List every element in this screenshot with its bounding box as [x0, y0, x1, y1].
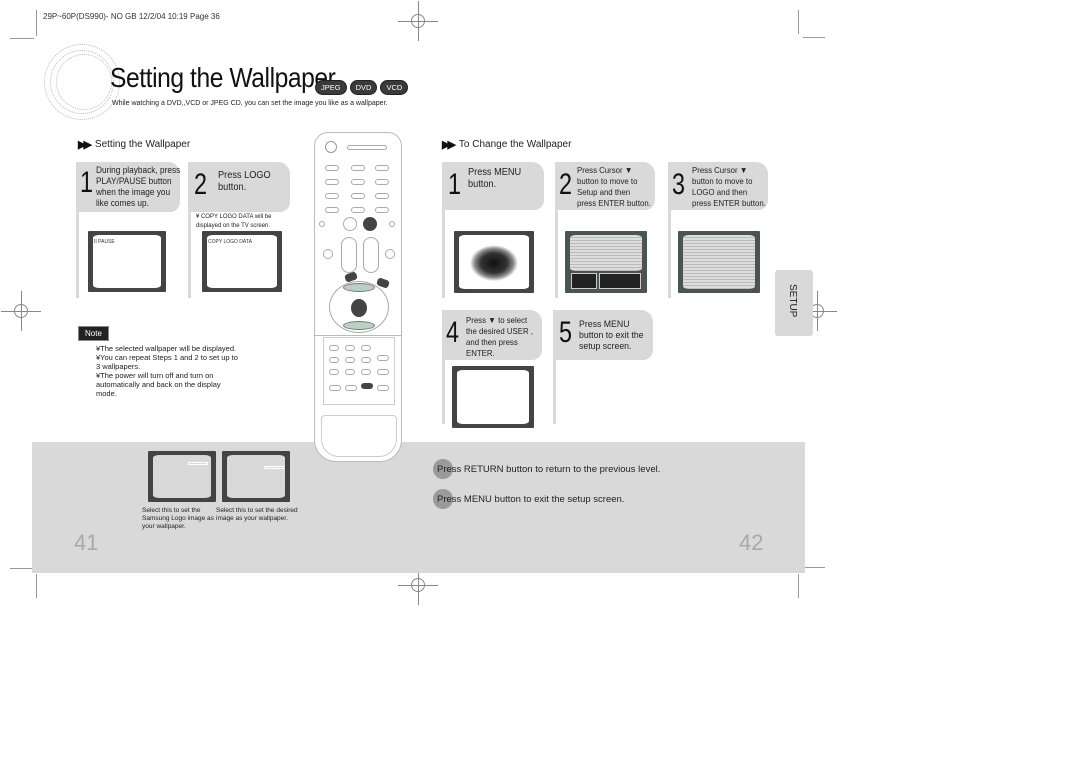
- tv-screen-logo-menu: [678, 231, 760, 293]
- left-section-title: Setting the Wallpaper: [94, 139, 191, 150]
- badge-dvd: DVD: [349, 80, 378, 95]
- step-number: 2: [194, 168, 208, 201]
- tv-screen-user-wallpaper: [452, 366, 534, 428]
- step-note: ¥ COPY LOGO DATA will be displayed on th…: [196, 213, 272, 229]
- setup-tab-label: SETUP: [787, 284, 798, 318]
- volume-rocker: [341, 237, 357, 273]
- double-arrow-icon: ▶▶: [442, 139, 456, 151]
- step-number: 5: [559, 316, 573, 349]
- enter-icon: [351, 299, 367, 317]
- page-title: Setting the Wallpaper: [110, 62, 336, 93]
- note-item: mode.: [96, 389, 117, 398]
- page-subtitle: While watching a DVD,,VCD or JPEG CD, yo…: [112, 100, 388, 107]
- caption-user-image: Select this to set the desired image as …: [216, 507, 298, 522]
- left-section-heading: ▶▶ Setting the Wallpaper: [78, 138, 190, 151]
- tip-return: Press RETURN button to return to the pre…: [433, 459, 660, 479]
- registration-mark: [1, 291, 41, 331]
- crop-mark: [798, 574, 799, 598]
- tv-screen-pause: II PAUSE: [88, 231, 166, 292]
- step-text: Press Cursor ▼ button to move to Setup a…: [577, 165, 651, 208]
- cursor-up-icon: [343, 283, 375, 292]
- cursor-down-icon: [343, 321, 375, 330]
- tv-screen-setup-menu: [565, 231, 647, 293]
- crop-mark: [10, 568, 34, 569]
- setup-side-tab: SETUP: [775, 270, 813, 336]
- note-item: ¥The power will turn off and turn on: [96, 371, 214, 380]
- display-window: [347, 145, 387, 150]
- remote-control-illustration: [314, 132, 402, 462]
- step-text: Press ▼ to select the desired USER , and…: [466, 315, 533, 358]
- note-label: Note: [78, 326, 109, 341]
- double-arrow-icon: ▶▶: [78, 139, 92, 151]
- decorative-swirl-icon: [44, 44, 120, 120]
- step-text: Press Cursor ▼ button to move to LOGO an…: [692, 165, 766, 208]
- badge-jpeg: JPEG: [315, 80, 347, 95]
- right-section-title: To Change the Wallpaper: [458, 139, 572, 150]
- step-number: 1: [448, 168, 462, 201]
- play-pause-icon: [363, 217, 377, 231]
- right-section-heading: ▶▶ To Change the Wallpaper: [442, 138, 571, 151]
- step-text: Press LOGO button.: [218, 170, 271, 193]
- note-list: ¥The selected wallpaper will be displaye…: [96, 344, 246, 398]
- step-number: 1: [80, 166, 94, 199]
- print-header: 29P~60P(DS990)- NO GB 12/2/04 10:19 Page…: [43, 12, 220, 21]
- step-number: 4: [446, 316, 460, 349]
- note-item: ¥The selected wallpaper will be displaye…: [96, 344, 237, 353]
- note-item: ¥You can repeat Steps 1 and 2 to set up …: [96, 353, 238, 362]
- note-item: 3 wallpapers.: [96, 362, 141, 371]
- crop-mark: [803, 37, 825, 38]
- tuning-rocker: [363, 237, 379, 273]
- step-text: Press MENU button.: [468, 167, 522, 190]
- crop-mark: [803, 567, 825, 568]
- crop-mark: [10, 38, 34, 39]
- power-icon: [325, 141, 337, 153]
- disc-type-badges: JPEG DVD VCD: [315, 80, 409, 95]
- note-item: automatically and back on the display: [96, 380, 221, 389]
- page-number-right: 42: [739, 530, 764, 555]
- tip-menu: Press MENU button to exit the setup scre…: [433, 489, 624, 509]
- step-number: 2: [559, 168, 573, 201]
- registration-mark: [398, 1, 438, 41]
- tv-screen-disc-image: [454, 231, 534, 293]
- crop-mark: [36, 10, 37, 36]
- stop-icon: [343, 217, 357, 231]
- crop-mark: [36, 574, 37, 598]
- step-number: 3: [672, 168, 686, 201]
- page-number-left: 41: [74, 530, 99, 555]
- badge-vcd: VCD: [380, 80, 409, 95]
- logo-button: [361, 383, 373, 389]
- crop-mark: [798, 10, 799, 34]
- step-text: Press MENU button to exit the setup scre…: [579, 319, 644, 352]
- tv-screen-copy-logo: COPY LOGO DATA: [202, 231, 282, 292]
- step-text: During playback, press PLAY/PAUSE button…: [96, 165, 181, 208]
- caption-samsung-logo: Select this to set the Samsung Logo imag…: [142, 507, 214, 530]
- tv-screen-samsung-logo: [148, 451, 216, 502]
- tv-screen-user-image: [222, 451, 290, 502]
